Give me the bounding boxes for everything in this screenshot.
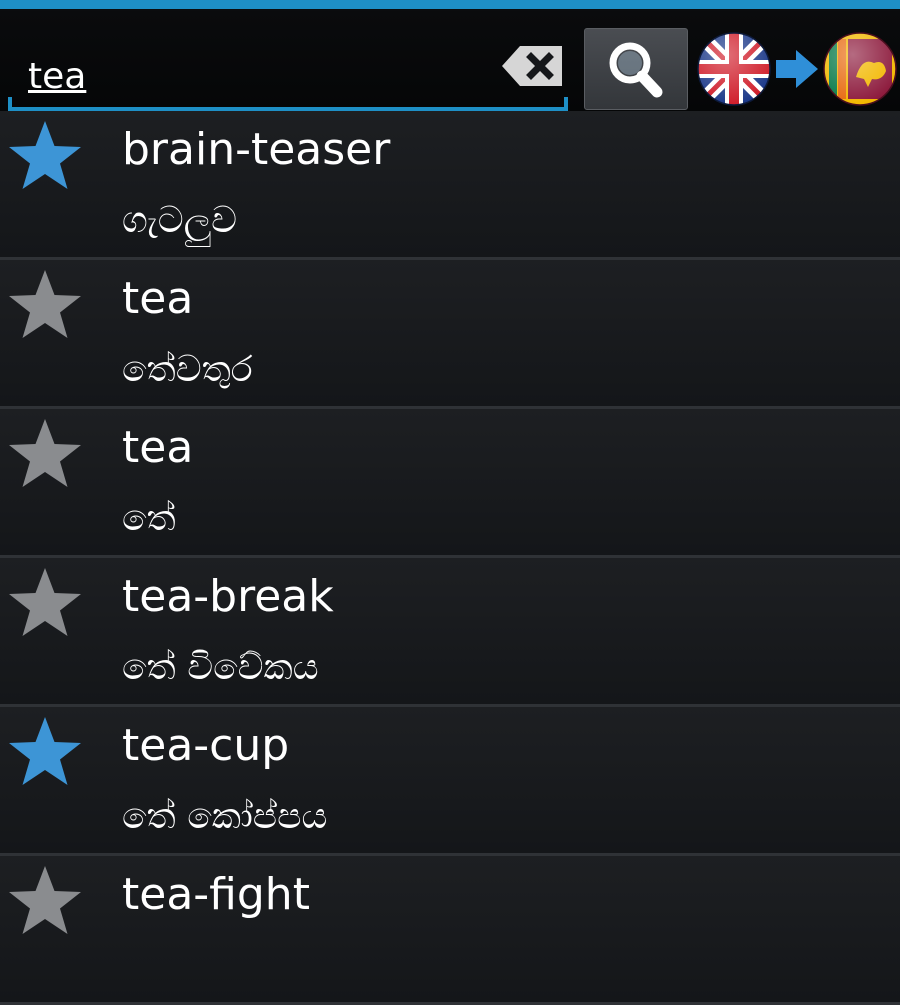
result-word: tea-fight bbox=[122, 869, 310, 920]
result-translation: තේ bbox=[122, 498, 176, 539]
favorite-star-button[interactable] bbox=[5, 564, 85, 642]
favorite-star-button[interactable] bbox=[5, 713, 85, 791]
result-row[interactable]: tea තේවතුර bbox=[0, 260, 900, 409]
favorite-star-button[interactable] bbox=[5, 862, 85, 940]
favorite-star-button[interactable] bbox=[5, 266, 85, 344]
search-toolbar bbox=[0, 11, 900, 111]
result-word: brain-teaser bbox=[122, 124, 391, 175]
result-row[interactable]: tea-break තේ විවේකය bbox=[0, 558, 900, 707]
top-accent-bar bbox=[0, 0, 900, 9]
search-button[interactable] bbox=[584, 28, 688, 110]
result-word: tea-break bbox=[122, 571, 334, 622]
result-row[interactable]: tea-fight bbox=[0, 856, 900, 1005]
star-icon bbox=[9, 866, 81, 934]
result-translation: තේ විවේකය bbox=[122, 647, 319, 688]
backspace-clear-icon bbox=[502, 46, 562, 86]
sri-lanka-flag-icon bbox=[823, 32, 897, 106]
result-row[interactable]: tea-cup තේ කෝප්පය bbox=[0, 707, 900, 856]
search-underline-right-tick bbox=[564, 97, 568, 111]
language-direction-switch[interactable] bbox=[696, 29, 900, 109]
result-row[interactable]: brain-teaser ගැටලුව bbox=[0, 111, 900, 260]
star-icon bbox=[9, 419, 81, 487]
result-word: tea bbox=[122, 273, 194, 324]
star-icon bbox=[9, 121, 81, 189]
favorite-star-button[interactable] bbox=[5, 117, 85, 195]
result-translation: තේ කෝප්පය bbox=[122, 796, 328, 837]
search-underline-left-tick bbox=[8, 97, 12, 111]
result-word: tea-cup bbox=[122, 720, 290, 771]
results-list: brain-teaser ගැටලුව tea තේවතුර tea තේ tea-brea… bbox=[0, 111, 900, 1005]
result-word: tea bbox=[122, 422, 194, 473]
result-translation: ගැටලුව bbox=[122, 200, 238, 241]
result-translation: තේවතුර bbox=[122, 349, 253, 390]
clear-search-button[interactable] bbox=[498, 42, 566, 90]
arrow-right-icon bbox=[776, 50, 818, 88]
star-icon bbox=[9, 270, 81, 338]
favorite-star-button[interactable] bbox=[5, 415, 85, 493]
result-row[interactable]: tea තේ bbox=[0, 409, 900, 558]
star-icon bbox=[9, 568, 81, 636]
uk-flag-icon bbox=[697, 32, 771, 106]
search-box bbox=[8, 37, 568, 111]
star-icon bbox=[9, 717, 81, 785]
search-input[interactable] bbox=[28, 49, 488, 103]
magnifier-icon bbox=[609, 42, 663, 98]
